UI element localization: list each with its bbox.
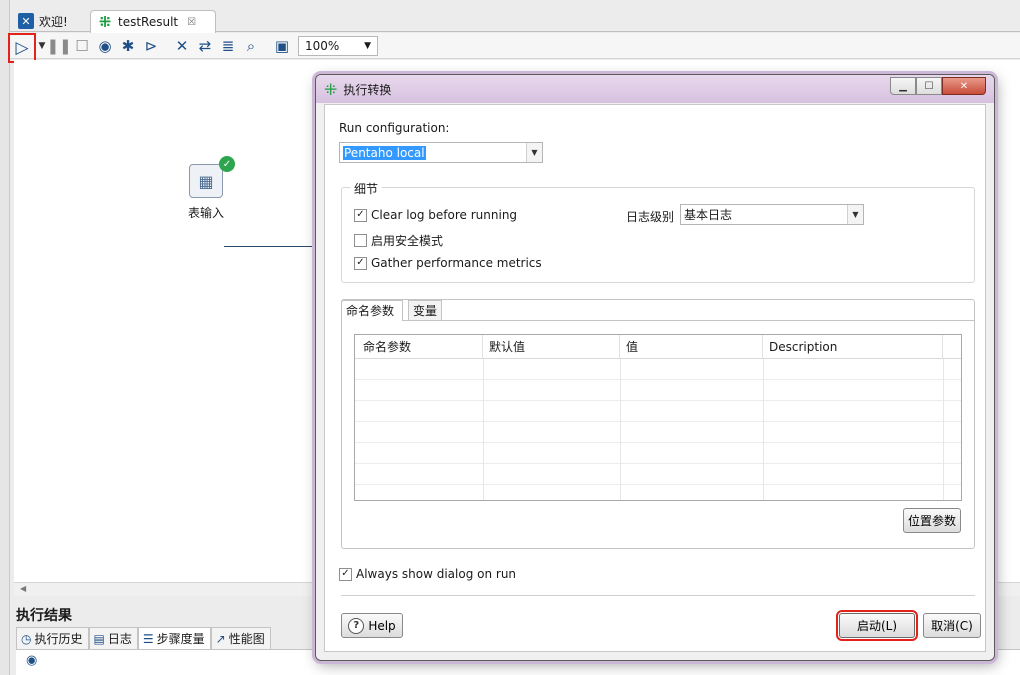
dialog-title: 执行转换 <box>343 82 392 97</box>
col-header-description[interactable]: Description <box>763 335 943 359</box>
tab-log-label: 日志 <box>107 632 132 646</box>
results-tabs: ◷ 执行历史 ▤ 日志 ☰ 步骤度量 ↗ 性能图 <box>16 627 271 649</box>
run-configuration-value: Pentaho local <box>343 145 426 160</box>
launch-button[interactable]: 启动(L) <box>836 610 918 641</box>
chevron-down-icon: ▼ <box>526 143 542 162</box>
log-icon: ▤ <box>93 631 105 646</box>
run-configuration-label: Run configuration: <box>339 121 450 135</box>
debug-icon[interactable]: ✱ <box>117 35 139 57</box>
close-button[interactable]: ✕ <box>942 77 986 95</box>
parameters-table[interactable]: 命名参数 默认值 值 Description <box>354 334 962 501</box>
step-label: 表输入 <box>187 206 224 220</box>
tab-step-metrics-label: 步骤度量 <box>156 632 205 646</box>
chart-icon: ↗ <box>215 631 226 646</box>
run-transformation-dialog: ⁜ 执行转换 ▁ ☐ ✕ Run configuration: Pentaho … <box>315 74 995 661</box>
tab-performance-label: 性能图 <box>228 632 265 646</box>
tab-history[interactable]: ◷ 执行历史 <box>16 627 89 649</box>
help-icon: ? <box>348 617 365 634</box>
results-title: 执行结果 <box>16 608 72 624</box>
table-body <box>355 359 961 500</box>
safe-mode-label: 启用安全模式 <box>371 234 444 248</box>
left-gutter <box>0 0 10 675</box>
tab-history-label: 执行历史 <box>34 632 83 646</box>
history-icon: ◷ <box>21 631 32 646</box>
dialog-content: Run configuration: Pentaho local ▼ 细节 ✓ … <box>324 104 986 652</box>
checkbox-unchecked-icon <box>354 234 367 247</box>
tab-close-icon[interactable]: ☒ <box>187 17 196 28</box>
verify-icon[interactable]: ✕ <box>171 35 193 57</box>
replay-icon[interactable]: ⊳ <box>140 35 162 57</box>
impact-icon[interactable]: ⇄ <box>194 35 216 57</box>
run-button[interactable]: ▷ <box>8 32 36 63</box>
minimize-button[interactable]: ▁ <box>890 77 916 95</box>
pause-icon[interactable]: ❚❚ <box>46 35 71 57</box>
transformation-icon: ⁜ <box>98 13 112 31</box>
clear-log-checkbox[interactable]: ✓ Clear log before running <box>354 208 517 222</box>
tab-performance[interactable]: ↗ 性能图 <box>210 627 271 649</box>
help-button[interactable]: ? Help <box>341 613 403 638</box>
log-level-select[interactable]: 基本日志 ▼ <box>680 204 864 225</box>
position-params-button[interactable]: 位置参数 <box>903 508 961 533</box>
table-input-icon: ▦ ✓ <box>189 156 235 198</box>
log-level-label: 日志级别 <box>626 210 675 224</box>
cancel-button[interactable]: 取消(C) <box>923 613 981 638</box>
success-check-icon: ✓ <box>219 156 235 172</box>
step-table-input[interactable]: ▦ ✓ 表输入 <box>176 156 236 221</box>
checkbox-checked-icon: ✓ <box>354 256 367 270</box>
performance-metrics-label: Gather performance metrics <box>371 256 542 270</box>
stop-icon[interactable]: ☐ <box>71 35 93 57</box>
tab-log[interactable]: ▤ 日志 <box>88 627 138 649</box>
details-group-label: 细节 <box>350 180 383 197</box>
safe-mode-checkbox[interactable]: 启用安全模式 <box>354 232 443 249</box>
window-controls: ▁ ☐ ✕ <box>890 77 986 95</box>
metrics-icon: ☰ <box>142 631 154 646</box>
sql-icon[interactable]: ≣ <box>217 35 239 57</box>
parameters-tabs-panel: 命名参数 变量 命名参数 默认值 值 Description 位置参数 <box>341 299 975 549</box>
tab-testresult-label: testResult <box>118 15 179 29</box>
checkbox-checked-icon: ✓ <box>339 567 352 581</box>
tab-variables[interactable]: 变量 <box>408 300 442 320</box>
chevron-down-icon: ▼ <box>847 205 863 224</box>
performance-metrics-checkbox[interactable]: ✓ Gather performance metrics <box>354 256 542 270</box>
show-grid-icon[interactable]: ▣ <box>271 35 293 57</box>
clear-log-label: Clear log before running <box>371 208 518 222</box>
editor-toolbar: ▷ ▼ ❚❚ ☐ ◉ ✱ ⊳ ✕ ⇄ ≣ ⌕ ▣ 100% ▼ <box>8 32 1020 63</box>
col-header-param[interactable]: 命名参数 <box>355 335 483 359</box>
col-header-value[interactable]: 值 <box>620 335 763 359</box>
explore-db-icon[interactable]: ⌕ <box>240 35 262 57</box>
log-level-value: 基本日志 <box>684 208 733 222</box>
zoom-select[interactable]: 100% ▼ <box>298 35 378 56</box>
editor-tabbar: ✕ 欢迎! ⁜ testResult ☒ <box>10 10 1020 33</box>
run-configuration-select[interactable]: Pentaho local ▼ <box>339 142 543 163</box>
tab-welcome[interactable]: ✕ 欢迎! <box>12 10 86 32</box>
tab-welcome-label: 欢迎! <box>39 14 68 29</box>
checkbox-checked-icon: ✓ <box>354 208 367 222</box>
zoom-value: 100% <box>305 38 340 53</box>
welcome-icon: ✕ <box>18 13 34 29</box>
always-show-checkbox[interactable]: ✓ Always show dialog on run <box>339 567 516 581</box>
table-header: 命名参数 默认值 值 Description <box>355 335 961 359</box>
tab-named-params[interactable]: 命名参数 <box>341 300 403 320</box>
eye-icon[interactable]: ◉ <box>26 653 37 668</box>
dialog-titlebar[interactable]: ⁜ 执行转换 ▁ ☐ ✕ <box>316 75 994 103</box>
preview-icon[interactable]: ◉ <box>94 35 116 57</box>
chevron-down-icon: ▼ <box>364 40 371 51</box>
maximize-button[interactable]: ☐ <box>916 77 942 95</box>
always-show-label: Always show dialog on run <box>356 567 517 581</box>
transformation-icon: ⁜ <box>324 79 338 99</box>
col-header-default[interactable]: 默认值 <box>483 335 620 359</box>
divider <box>341 595 975 596</box>
tab-testresult[interactable]: ⁜ testResult ☒ <box>90 10 216 33</box>
details-group: 细节 ✓ Clear log before running 启用安全模式 ✓ G… <box>341 180 975 283</box>
help-button-label: Help <box>368 618 396 633</box>
tab-step-metrics[interactable]: ☰ 步骤度量 <box>137 627 211 649</box>
